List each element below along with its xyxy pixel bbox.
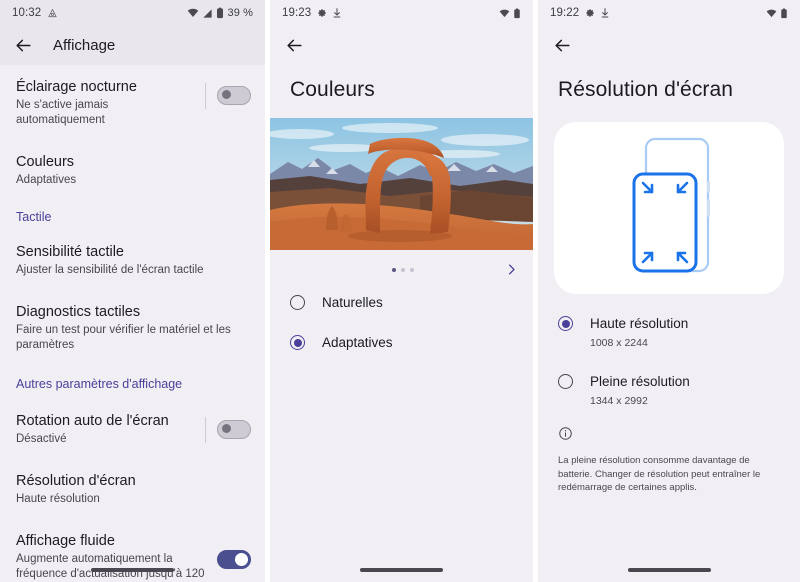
page-title: Résolution d'écran <box>558 78 734 101</box>
setting-title: Éclairage nocturne <box>16 79 137 95</box>
setting-screen-resolution[interactable]: Résolution d'écran Haute résolution <box>0 459 265 519</box>
status-time: 19:22 <box>550 7 580 19</box>
status-time: 10:32 <box>12 7 42 19</box>
home-indicator[interactable] <box>270 568 533 572</box>
signal-icon <box>202 8 213 19</box>
page-dot[interactable] <box>410 267 414 272</box>
home-indicator[interactable] <box>0 568 265 572</box>
home-indicator[interactable] <box>538 568 800 572</box>
status-bar: 19:23 <box>270 0 533 26</box>
setting-title: Sensibilité tactile <box>16 244 124 260</box>
page-title: Couleurs <box>290 78 375 101</box>
phone-panel-colors: 19:23 Couleurs Naturelles Adaptatives <box>270 0 533 582</box>
radio-button[interactable] <box>290 295 305 310</box>
setting-night-light[interactable]: Éclairage nocturne Ne s'active jamais au… <box>0 65 265 140</box>
setting-subtitle: Désactivé <box>16 433 67 445</box>
status-bar: 19:22 <box>538 0 800 26</box>
screenshot-icon <box>47 8 58 19</box>
top-bar <box>270 26 533 64</box>
status-bar: 10:32 39 % <box>0 0 265 26</box>
wallpaper-preview[interactable] <box>270 118 533 250</box>
wifi-icon <box>187 7 199 19</box>
option-label: Naturelles <box>322 295 383 310</box>
radio-button[interactable] <box>558 374 573 389</box>
vertical-divider <box>205 417 206 443</box>
info-icon <box>558 426 573 441</box>
battery-icon <box>780 8 788 19</box>
page-dot[interactable] <box>401 267 405 272</box>
setting-title: Couleurs <box>16 154 75 170</box>
vertical-divider <box>205 83 206 109</box>
option-adaptatives[interactable]: Adaptatives <box>270 323 533 363</box>
back-arrow-icon[interactable] <box>553 36 572 55</box>
battery-icon <box>216 7 224 19</box>
battery-icon <box>513 8 521 19</box>
gear-icon <box>317 8 327 18</box>
night-light-toggle[interactable] <box>217 85 251 105</box>
option-label: Haute résolution <box>590 316 689 331</box>
option-sublabel: 1008 x 2244 <box>590 337 648 349</box>
setting-title: Diagnostics tactiles <box>16 304 141 320</box>
phone-panel-screen-resolution: 19:22 Résolution d'écran Haute résolutio… <box>538 0 800 582</box>
auto-rotate-toggle[interactable] <box>217 419 251 439</box>
radio-button[interactable] <box>558 316 573 331</box>
three-phone-screenshots: 10:32 39 % Affichage Éclairage nocturne … <box>0 0 800 582</box>
setting-colors[interactable]: Couleurs Adaptatives <box>0 140 265 200</box>
option-naturelles[interactable]: Naturelles <box>270 283 533 323</box>
resolution-note: La pleine résolution consomme davantage … <box>558 455 761 493</box>
option-haute-resolution[interactable]: Haute résolution 1008 x 2244 <box>538 304 800 362</box>
phone-resize-illustration <box>603 133 735 283</box>
setting-touch-diagnostics[interactable]: Diagnostics tactiles Faire un test pour … <box>0 290 265 365</box>
top-bar <box>538 26 800 64</box>
setting-subtitle: Ne s'active jamais automatiquement <box>16 99 109 126</box>
info-row <box>538 420 800 448</box>
page-title: Affichage <box>53 37 116 54</box>
app-bar: Affichage <box>0 26 265 65</box>
link-other-display-settings[interactable]: Autres paramètres d'affichage <box>0 365 265 399</box>
delicate-arch-photo <box>270 118 533 250</box>
radio-button[interactable] <box>290 335 305 350</box>
option-label: Pleine résolution <box>590 374 690 389</box>
download-icon <box>601 8 609 18</box>
resolution-illustration-card <box>554 122 784 294</box>
setting-subtitle: Adaptatives <box>16 174 77 186</box>
setting-subtitle: Augmente automatiquement la fréquence d'… <box>16 553 205 580</box>
back-arrow-icon[interactable] <box>14 36 34 56</box>
option-label: Adaptatives <box>322 335 393 350</box>
status-time: 19:23 <box>282 7 312 19</box>
smooth-display-toggle[interactable] <box>217 550 251 569</box>
option-sublabel: 1344 x 2992 <box>590 395 648 407</box>
wallpaper-pager <box>270 250 533 283</box>
settings-list: Éclairage nocturne Ne s'active jamais au… <box>0 65 265 582</box>
setting-touch-sensitivity[interactable]: Sensibilité tactile Ajuster la sensibili… <box>0 230 265 290</box>
page-dot[interactable] <box>392 267 396 272</box>
phone-panel-display-settings: 10:32 39 % Affichage Éclairage nocturne … <box>0 0 265 582</box>
back-arrow-icon[interactable] <box>285 36 304 55</box>
wifi-icon <box>766 8 777 19</box>
page-dots <box>302 267 504 272</box>
setting-smooth-display[interactable]: Affichage fluide Augmente automatiquemen… <box>0 519 265 582</box>
download-icon <box>333 8 341 18</box>
chevron-right-icon[interactable] <box>504 262 519 277</box>
setting-subtitle: Ajuster la sensibilité de l'écran tactil… <box>16 264 204 276</box>
setting-auto-rotate[interactable]: Rotation auto de l'écran Désactivé <box>0 399 265 459</box>
section-header-tactile: Tactile <box>16 210 52 224</box>
setting-title: Résolution d'écran <box>16 473 136 489</box>
setting-title: Rotation auto de l'écran <box>16 413 169 429</box>
setting-subtitle: Faire un test pour vérifier le matériel … <box>16 324 231 351</box>
wifi-icon <box>499 8 510 19</box>
battery-percent: 39 % <box>227 7 253 19</box>
setting-title: Affichage fluide <box>16 533 115 549</box>
option-pleine-resolution[interactable]: Pleine résolution 1344 x 2992 <box>538 362 800 420</box>
setting-subtitle: Haute résolution <box>16 493 100 505</box>
gear-icon <box>585 8 595 18</box>
